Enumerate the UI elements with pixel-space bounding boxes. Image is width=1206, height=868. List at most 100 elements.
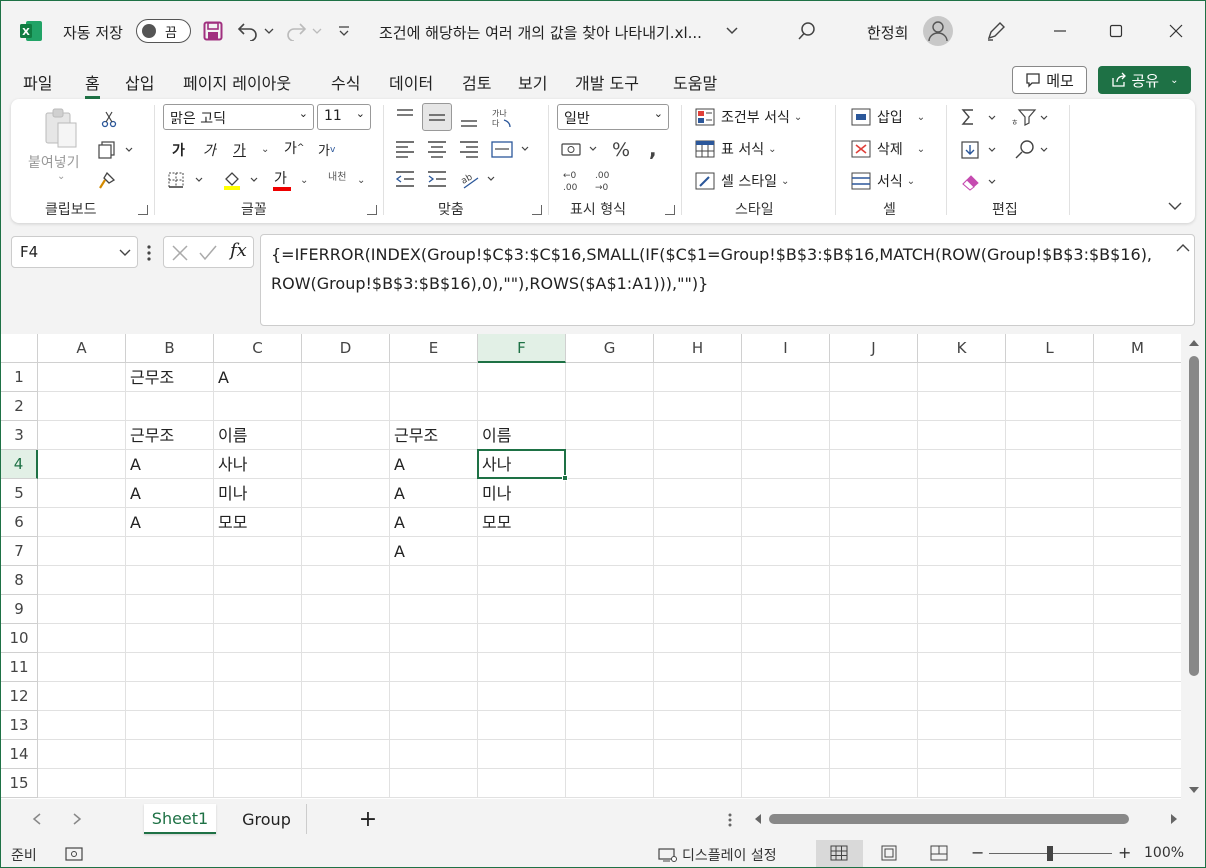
column-header-e[interactable]: E bbox=[390, 334, 478, 363]
row-header-11[interactable]: 11 bbox=[1, 653, 38, 682]
cell-a12[interactable] bbox=[38, 682, 126, 711]
cell-h11[interactable] bbox=[654, 653, 742, 682]
scroll-up-icon[interactable] bbox=[1188, 338, 1200, 348]
cell-c1[interactable]: A bbox=[214, 363, 302, 392]
cell-b1[interactable]: 근무조 bbox=[126, 363, 214, 392]
font-size-select[interactable]: 11 ⌄ bbox=[317, 104, 371, 130]
row-header-8[interactable]: 8 bbox=[1, 566, 38, 595]
customize-qat-icon[interactable] bbox=[336, 23, 352, 39]
cell-f3[interactable]: 이름 bbox=[478, 421, 566, 450]
filename-chevron-icon[interactable] bbox=[725, 25, 739, 37]
number-format-icons[interactable]: % , bbox=[559, 139, 669, 161]
cell-h3[interactable] bbox=[654, 421, 742, 450]
cell-a9[interactable] bbox=[38, 595, 126, 624]
row-header-4[interactable]: 4 bbox=[1, 450, 38, 479]
cell-i4[interactable] bbox=[742, 450, 830, 479]
cell-i13[interactable] bbox=[742, 711, 830, 740]
cell-l9[interactable] bbox=[1006, 595, 1094, 624]
cell-m9[interactable] bbox=[1094, 595, 1181, 624]
column-header-k[interactable]: K bbox=[918, 334, 1006, 363]
cell-j13[interactable] bbox=[830, 711, 918, 740]
cell-d11[interactable] bbox=[302, 653, 390, 682]
conditional-formatting-button[interactable]: 조건부 서식 ⌄ bbox=[695, 107, 802, 127]
cell-f12[interactable] bbox=[478, 682, 566, 711]
tab-review[interactable]: 검토 bbox=[462, 70, 491, 94]
autosave-toggle[interactable]: 끔 bbox=[136, 19, 191, 43]
cell-c4[interactable]: 사나 bbox=[214, 450, 302, 479]
cell-h5[interactable] bbox=[654, 479, 742, 508]
cell-f14[interactable] bbox=[478, 740, 566, 769]
cell-j7[interactable] bbox=[830, 537, 918, 566]
user-name[interactable]: 한정희 bbox=[867, 22, 908, 43]
cell-j9[interactable] bbox=[830, 595, 918, 624]
tab-file[interactable]: 파일 bbox=[23, 70, 52, 94]
pen-icon[interactable] bbox=[985, 20, 1007, 42]
cell-m5[interactable] bbox=[1094, 479, 1181, 508]
cell-d6[interactable] bbox=[302, 508, 390, 537]
cell-b6[interactable]: A bbox=[126, 508, 214, 537]
tab-help[interactable]: 도움말 bbox=[673, 70, 717, 94]
tab-view[interactable]: 보기 bbox=[518, 70, 547, 94]
cell-e5[interactable]: A bbox=[390, 479, 478, 508]
cell-a15[interactable] bbox=[38, 769, 126, 798]
select-all-corner[interactable] bbox=[1, 334, 38, 363]
column-header-h[interactable]: H bbox=[654, 334, 742, 363]
cell-k12[interactable] bbox=[918, 682, 1006, 711]
cell-d13[interactable] bbox=[302, 711, 390, 740]
cell-a11[interactable] bbox=[38, 653, 126, 682]
worksheet-grid[interactable]: A B C D E F G H I J K L M 1 근무조 A 2 3 근무조 이름 근무조 이름 4 A 사나 A 사나 5 A 미… bbox=[1, 334, 1181, 799]
column-header-g[interactable]: G bbox=[566, 334, 654, 363]
cell-d8[interactable] bbox=[302, 566, 390, 595]
cell-f7[interactable] bbox=[478, 537, 566, 566]
text-direction-icon[interactable]: 가나다 bbox=[490, 106, 514, 132]
zoom-slider-thumb[interactable] bbox=[1047, 846, 1053, 861]
zoom-in-button[interactable]: + bbox=[1118, 843, 1131, 862]
cell-d5[interactable] bbox=[302, 479, 390, 508]
paste-chevron-icon[interactable]: ⌄ bbox=[57, 171, 65, 182]
cell-e6[interactable]: A bbox=[390, 508, 478, 537]
tab-home[interactable]: 홈 bbox=[85, 70, 100, 99]
cell-g6[interactable] bbox=[566, 508, 654, 537]
cell-i7[interactable] bbox=[742, 537, 830, 566]
column-header-c[interactable]: C bbox=[214, 334, 302, 363]
cell-m8[interactable] bbox=[1094, 566, 1181, 595]
cell-k5[interactable] bbox=[918, 479, 1006, 508]
cell-c14[interactable] bbox=[214, 740, 302, 769]
tab-formulas[interactable]: 수식 bbox=[331, 70, 360, 94]
cell-f11[interactable] bbox=[478, 653, 566, 682]
cell-j4[interactable] bbox=[830, 450, 918, 479]
cell-i14[interactable] bbox=[742, 740, 830, 769]
cell-j2[interactable] bbox=[830, 392, 918, 421]
tab-splitter-icon[interactable] bbox=[727, 812, 733, 828]
cell-l7[interactable] bbox=[1006, 537, 1094, 566]
row-header-2[interactable]: 2 bbox=[1, 392, 38, 421]
redo-icon[interactable] bbox=[286, 21, 326, 41]
delete-cells-button[interactable]: 삭제 ⌄ bbox=[851, 139, 925, 159]
cell-b10[interactable] bbox=[126, 624, 214, 653]
cell-e7[interactable]: A bbox=[390, 537, 478, 566]
cell-a7[interactable] bbox=[38, 537, 126, 566]
cell-b9[interactable] bbox=[126, 595, 214, 624]
cell-b2[interactable] bbox=[126, 392, 214, 421]
minimize-icon[interactable] bbox=[1048, 19, 1072, 43]
cell-g13[interactable] bbox=[566, 711, 654, 740]
cell-e2[interactable] bbox=[390, 392, 478, 421]
italic-button[interactable]: 가 bbox=[203, 140, 216, 160]
cell-i3[interactable] bbox=[742, 421, 830, 450]
tab-insert[interactable]: 삽입 bbox=[125, 70, 154, 94]
cell-h2[interactable] bbox=[654, 392, 742, 421]
cell-l2[interactable] bbox=[1006, 392, 1094, 421]
cell-m1[interactable] bbox=[1094, 363, 1181, 392]
row-header-6[interactable]: 6 bbox=[1, 508, 38, 537]
cell-e10[interactable] bbox=[390, 624, 478, 653]
comments-button[interactable]: 메모 bbox=[1012, 66, 1087, 94]
cancel-icon[interactable] bbox=[171, 244, 189, 262]
cell-h12[interactable] bbox=[654, 682, 742, 711]
phonetic-button[interactable]: 내천 bbox=[328, 168, 346, 183]
cell-k7[interactable] bbox=[918, 537, 1006, 566]
cell-b8[interactable] bbox=[126, 566, 214, 595]
cell-g3[interactable] bbox=[566, 421, 654, 450]
decrease-font-button[interactable]: 가v bbox=[318, 140, 335, 159]
cell-d4[interactable] bbox=[302, 450, 390, 479]
cell-g9[interactable] bbox=[566, 595, 654, 624]
